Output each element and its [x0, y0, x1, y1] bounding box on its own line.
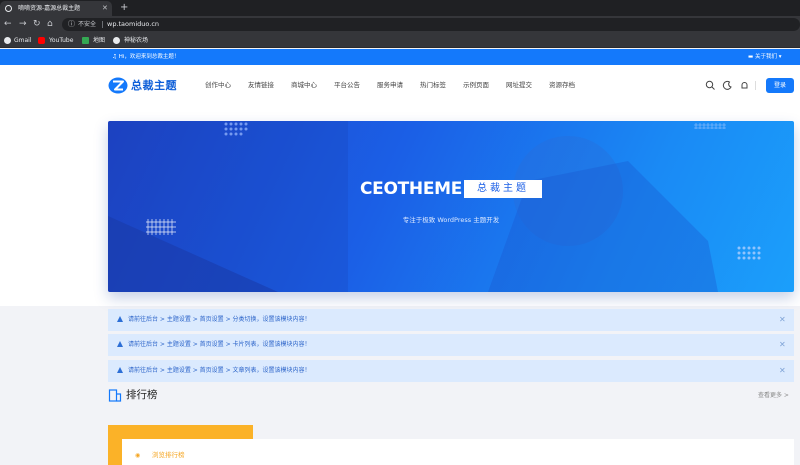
bell-icon: ♫	[112, 54, 119, 60]
browser-tab-bar: 嘀嘀资源-嘉源总裁主题 ✕ +	[0, 0, 800, 16]
search-icon[interactable]	[705, 80, 716, 91]
divider	[102, 21, 103, 28]
tab-close-icon[interactable]: ✕	[102, 1, 108, 16]
ranking-card	[122, 439, 794, 465]
browser-tab[interactable]: 嘀嘀资源-嘉源总裁主题 ✕	[0, 1, 112, 16]
hero-banner[interactable]: CEOTHEME 总裁主题 专注于极致 WordPress 主题开发	[108, 121, 794, 292]
insecure-label: 不安全	[78, 21, 97, 28]
back-arrow-icon[interactable]: ←	[4, 16, 12, 33]
info-icon[interactable]: ⓘ	[68, 18, 75, 31]
tab-title: 嘀嘀资源-嘉源总裁主题	[18, 5, 81, 12]
banner-subtitle: 专注于极致 WordPress 主题开发	[402, 216, 500, 224]
browser-toolbar: ← → ↻ ⌂ ⓘ 不安全 wp.taomiduo.cn	[0, 16, 800, 33]
theme-toggle-icon[interactable]	[722, 80, 733, 91]
notification-bell-icon[interactable]	[739, 80, 750, 91]
close-icon[interactable]: ✕	[779, 309, 786, 331]
banner-title: CEOTHEME	[360, 179, 463, 199]
site-header: 总裁主题 创作中心 友情链接 商城中心 平台公告 服务申请 热门标签 示例页面 …	[0, 65, 800, 106]
about-us-menu[interactable]: ▬ 关于我们 ▾	[748, 49, 781, 65]
close-icon[interactable]: ✕	[779, 360, 786, 382]
home-icon[interactable]: ⌂	[47, 16, 53, 33]
bookmark-farm[interactable]: 神秘农场	[124, 33, 148, 48]
google-icon	[4, 37, 11, 44]
address-bar[interactable]: ⓘ 不安全 wp.taomiduo.cn	[62, 18, 800, 31]
logo-z-icon[interactable]	[108, 77, 128, 94]
ranking-title: 排行榜	[126, 389, 158, 401]
bookmark-gmail[interactable]: Gmail	[14, 33, 32, 48]
nav-mall[interactable]: 商城中心	[291, 65, 317, 106]
site-top-strip: ♫ Hi，欢迎来到总裁主题！ ▬ 关于我们 ▾	[0, 49, 800, 65]
view-more-link[interactable]: 查看更多 >	[758, 389, 789, 402]
notice-text: 请前往后台 > 主题设置 > 首页设置 > 文章列表，设置该模块内容！	[128, 367, 311, 374]
chevron-down-icon: ▾	[776, 54, 782, 60]
site-favicon-icon	[5, 5, 12, 12]
notice-text: 请前往后台 > 主题设置 > 首页设置 > 分类切换，设置该模块内容！	[128, 316, 311, 323]
bookmark-youtube[interactable]: YouTube	[49, 33, 73, 48]
ranking-icon	[108, 389, 122, 402]
eye-icon: ◉	[135, 452, 141, 459]
maps-icon	[82, 37, 89, 44]
warning-icon	[117, 367, 123, 373]
nav-announcements[interactable]: 平台公告	[334, 65, 360, 106]
nav-service-apply[interactable]: 服务申请	[377, 65, 403, 106]
warning-icon	[117, 316, 123, 322]
notice-card-list: 请前往后台 > 主题设置 > 首页设置 > 卡片列表，设置该模块内容！ ✕	[108, 334, 794, 356]
reload-icon[interactable]: ↻	[33, 16, 41, 33]
nav-url-submit[interactable]: 网址提交	[506, 65, 532, 106]
bookmark-maps[interactable]: 地图	[93, 33, 105, 48]
notice-text: 请前往后台 > 主题设置 > 首页设置 > 卡片列表，设置该模块内容！	[128, 341, 311, 348]
nav-sample-page[interactable]: 示例页面	[463, 65, 489, 106]
menu-icon: ▬	[748, 54, 755, 60]
tab-view-ranking[interactable]: 浏览排行榜	[152, 450, 185, 460]
banner-decoration	[108, 121, 761, 292]
warning-icon	[117, 341, 123, 347]
nav-creation-center[interactable]: 创作中心	[205, 65, 231, 106]
nav-friend-links[interactable]: 友情链接	[248, 65, 274, 106]
new-tab-button[interactable]: +	[120, 1, 128, 15]
welcome-text: ♫ Hi，欢迎来到总裁主题！	[112, 54, 180, 60]
youtube-icon	[38, 37, 45, 44]
banner-tag: 总裁主题	[464, 180, 542, 198]
globe-icon	[113, 37, 120, 44]
divider	[755, 81, 756, 90]
nav-hot-tags[interactable]: 热门标签	[420, 65, 446, 106]
site-logo-text[interactable]: 总裁主题	[131, 76, 177, 95]
forward-arrow-icon[interactable]: →	[19, 16, 27, 33]
login-button[interactable]: 登录	[766, 78, 794, 93]
close-icon[interactable]: ✕	[779, 334, 786, 356]
url-text[interactable]: wp.taomiduo.cn	[107, 18, 159, 31]
notice-article-list: 请前往后台 > 主题设置 > 首页设置 > 文章列表，设置该模块内容！ ✕	[108, 360, 794, 382]
notice-category-switch: 请前往后台 > 主题设置 > 首页设置 > 分类切换，设置该模块内容！ ✕	[108, 309, 794, 331]
nav-resource-archive[interactable]: 资源存档	[549, 65, 575, 106]
bookmarks-bar: Gmail YouTube 地图 神秘农场	[0, 33, 800, 48]
